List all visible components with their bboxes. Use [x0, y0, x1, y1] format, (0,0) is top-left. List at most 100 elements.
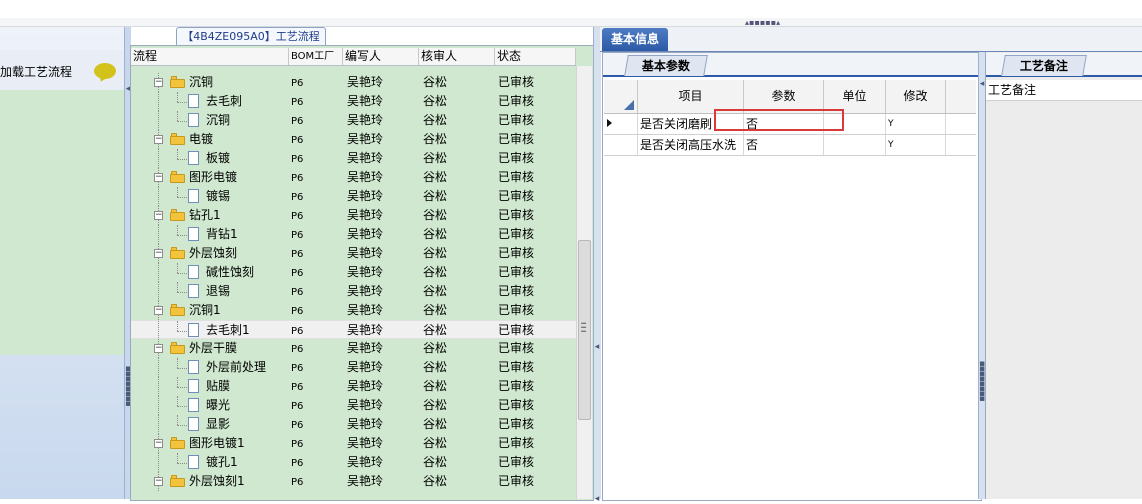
bom-factory: P6: [291, 97, 304, 108]
bom-factory: P6: [291, 477, 304, 488]
collapse-arrow-icon[interactable]: ◂: [594, 495, 600, 504]
status: 已审核: [498, 189, 535, 203]
writer: 吴艳玲: [347, 227, 384, 241]
status: 已审核: [498, 75, 535, 89]
status: 已审核: [498, 360, 535, 374]
tree-row[interactable]: 曝光 P6 吴艳玲 谷松 已审核: [131, 396, 576, 415]
collapse-toggle-icon[interactable]: −: [154, 344, 163, 353]
process-name: 图形电镀: [189, 170, 238, 184]
tree-line: [158, 282, 159, 301]
reviewer: 谷松: [423, 189, 448, 203]
tree-line: [177, 111, 178, 121]
column-header-reviewer[interactable]: 核审人: [419, 48, 495, 65]
collapse-toggle-icon[interactable]: −: [154, 78, 163, 87]
tree-header: 流程 BOM工厂 编写人 核审人 状态: [131, 48, 576, 66]
writer: 吴艳玲: [347, 323, 384, 337]
status: 已审核: [498, 417, 535, 431]
tree-row[interactable]: − 图形电镀 P6 吴艳玲 谷松 已审核: [131, 168, 576, 187]
collapse-toggle-icon[interactable]: −: [154, 439, 163, 448]
bom-factory: P6: [291, 306, 304, 317]
process-notes-field[interactable]: 工艺备注: [986, 80, 1142, 101]
column-header-status[interactable]: 状态: [495, 48, 576, 65]
middle-splitter[interactable]: ◂ ◂: [593, 27, 601, 504]
reviewer: 谷松: [423, 132, 448, 146]
collapse-toggle-icon[interactable]: −: [154, 477, 163, 486]
tree-row[interactable]: − 沉铜 P6 吴艳玲 谷松 已审核: [131, 73, 576, 92]
tree-row[interactable]: 镀锡 P6 吴艳玲 谷松 已审核: [131, 187, 576, 206]
tree-row[interactable]: − 外层蚀刻 P6 吴艳玲 谷松 已审核: [131, 244, 576, 263]
tree-row[interactable]: 背钻1 P6 吴艳玲 谷松 已审核: [131, 225, 576, 244]
column-header-bom[interactable]: BOM工厂: [289, 48, 343, 65]
row-selector: [604, 135, 638, 155]
collapse-arrow-icon[interactable]: ◂: [594, 343, 600, 352]
reviewer: 谷松: [423, 323, 448, 337]
reviewer: 谷松: [423, 436, 448, 450]
bom-factory: P6: [291, 439, 304, 450]
collapse-toggle-icon[interactable]: −: [154, 173, 163, 182]
tab-basic-params[interactable]: 基本参数: [624, 55, 708, 76]
column-header-process[interactable]: 流程: [131, 48, 289, 65]
process-name: 沉铜1: [189, 303, 221, 317]
splitter-grip-icon[interactable]: ▴▪▪▪▪▪▴: [745, 19, 785, 27]
tree-row[interactable]: − 沉铜1 P6 吴艳玲 谷松 已审核: [131, 301, 576, 320]
status: 已审核: [498, 303, 535, 317]
tree-line: [177, 225, 178, 235]
process-name: 去毛刺: [206, 94, 243, 108]
collapse-toggle-icon[interactable]: −: [154, 306, 163, 315]
tree-row[interactable]: 去毛刺 P6 吴艳玲 谷松 已审核: [131, 92, 576, 111]
tree-row[interactable]: − 钻孔1 P6 吴艳玲 谷松 已审核: [131, 206, 576, 225]
tree-row[interactable]: − 外层蚀刻1 P6 吴艳玲 谷松 已审核: [131, 472, 576, 491]
tree-line: [177, 453, 178, 463]
tree-row[interactable]: 板镀 P6 吴艳玲 谷松 已审核: [131, 149, 576, 168]
collapse-toggle-icon[interactable]: −: [154, 135, 163, 144]
tree-line: [177, 263, 178, 273]
param-value[interactable]: 否: [744, 135, 824, 155]
load-process-label[interactable]: 加载工艺流程: [0, 63, 72, 80]
tree-row[interactable]: − 电镀 P6 吴艳玲 谷松 已审核: [131, 130, 576, 149]
tree-row[interactable]: 退锡 P6 吴艳玲 谷松 已审核: [131, 282, 576, 301]
bom-factory: P6: [291, 230, 304, 241]
column-header-modify[interactable]: 修改: [886, 80, 946, 113]
tree-line: [158, 415, 159, 434]
process-name: 外层前处理: [206, 360, 267, 374]
speech-bubble-icon[interactable]: [94, 63, 116, 79]
tree-line: [177, 406, 187, 407]
params-row[interactable]: 是否关闭高压水洗否 Y: [604, 135, 976, 156]
writer: 吴艳玲: [347, 113, 384, 127]
bom-factory: P6: [291, 326, 304, 337]
tree-row[interactable]: 镀孔1 P6 吴艳玲 谷松 已审核: [131, 453, 576, 472]
tree-line: [177, 377, 178, 387]
tree-row[interactable]: 外层前处理 P6 吴艳玲 谷松 已审核: [131, 358, 576, 377]
process-name: 外层蚀刻: [189, 246, 238, 260]
status: 已审核: [498, 398, 535, 412]
process-name: 外层蚀刻1: [189, 474, 245, 488]
tree-row[interactable]: 贴膜 P6 吴艳玲 谷松 已审核: [131, 377, 576, 396]
document-icon: [188, 151, 199, 165]
tree-row[interactable]: 去毛刺1 P6 吴艳玲 谷松 已审核: [131, 320, 576, 340]
tree-row[interactable]: 沉铜 P6 吴艳玲 谷松 已审核: [131, 111, 576, 130]
tree-row[interactable]: 显影 P6 吴艳玲 谷松 已审核: [131, 415, 576, 434]
tab-process-flow[interactable]: 【4B4ZE095A0】工艺流程: [176, 27, 326, 45]
collapse-toggle-icon[interactable]: −: [154, 249, 163, 258]
top-bar: [0, 0, 1142, 19]
process-name: 图形电镀1: [189, 436, 245, 450]
tree-line: [177, 368, 187, 369]
tree-row[interactable]: 碱性蚀刻 P6 吴艳玲 谷松 已审核: [131, 263, 576, 282]
writer: 吴艳玲: [347, 189, 384, 203]
document-icon: [188, 227, 199, 241]
process-name: 显影: [206, 417, 231, 431]
writer: 吴艳玲: [347, 398, 384, 412]
process-name: 钻孔1: [189, 208, 221, 222]
column-header-writer[interactable]: 编写人: [343, 48, 419, 65]
tree-row[interactable]: − 外层干膜 P6 吴艳玲 谷松 已审核: [131, 339, 576, 358]
collapse-toggle-icon[interactable]: −: [154, 211, 163, 220]
scroll-grip-icon[interactable]: ━ ━ ━: [578, 320, 589, 336]
process-name: 碱性蚀刻: [206, 265, 255, 279]
writer: 吴艳玲: [347, 284, 384, 298]
tab-basic-info[interactable]: 基本信息: [602, 28, 668, 51]
bom-factory: P6: [291, 401, 304, 412]
process-name: 镀锡: [206, 189, 231, 203]
tree-row[interactable]: − 图形电镀1 P6 吴艳玲 谷松 已审核: [131, 434, 576, 453]
top-splitter[interactable]: [0, 18, 1142, 27]
tab-process-notes[interactable]: 工艺备注: [1001, 55, 1087, 76]
